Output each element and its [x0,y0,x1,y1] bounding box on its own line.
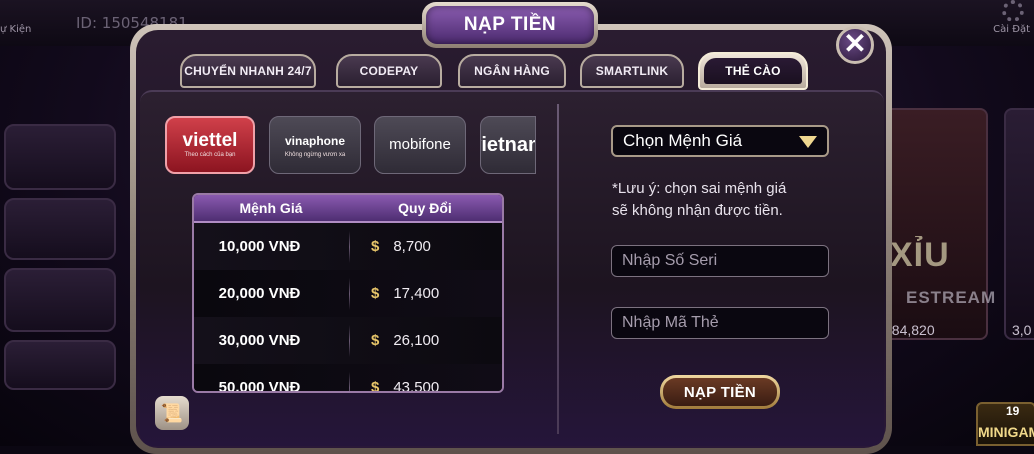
note-line-1: *Lưu ý: chọn sai mệnh giá [612,180,787,197]
denomination-select[interactable]: Chọn Mệnh Giá [611,125,829,157]
carrier-name: viettel [182,130,238,151]
modal-title: NẠP TIỀN [426,6,594,44]
table-header: Mệnh Giá Quy Đổi [194,195,502,223]
select-label: Chọn Mệnh Giá [623,131,743,150]
table-row: 50,000 VNĐ $43,500 [194,364,502,393]
history-button[interactable]: 📜 [155,396,189,430]
serial-input[interactable] [611,245,829,277]
tab-ngan-hang[interactable]: NGÂN HÀNG [458,54,566,88]
value-cell: $43,500 [325,364,502,393]
tab-label: NGÂN HÀNG [474,64,550,78]
tab-label: CHUYỂN NHANH 24/7 [184,64,312,78]
tab-label: THẺ CÀO [704,58,802,84]
game-tile[interactable] [4,124,116,190]
carrier-slogan: Không ngừng vươn xa [284,152,346,158]
table-body: 10,000 VNĐ $8,700 20,000 VNĐ $17,400 30,… [194,223,502,393]
value-cell: $8,700 [325,223,502,270]
table-row: 30,000 VNĐ $26,100 [194,317,502,364]
dollar-icon: $ [371,332,380,349]
header-menh-gia: Mệnh Giá [239,200,303,216]
card-code-input[interactable] [611,307,829,339]
dollar-icon: $ [371,379,380,393]
denomination-cell: 20,000 VNĐ [218,285,301,302]
note-line-2: sẽ không nhận được tiền. [612,202,783,219]
denomination-cell: 10,000 VNĐ [218,238,301,255]
carrier-name: vietnam [481,134,535,156]
minigame-label: MINIGAM [978,424,1034,440]
tab-codepay[interactable]: CODEPAY [336,54,442,88]
value-text: 17,400 [393,285,440,302]
carrier-vinaphone[interactable]: vinaphone Không ngừng vươn xa [269,116,361,174]
content-divider [557,104,559,434]
value-cell: $17,400 [325,270,502,317]
carrier-mobifone[interactable]: mobifone [374,116,466,174]
warning-note: *Lưu ý: chọn sai mệnh giá sẽ không nhận … [612,178,832,222]
caret-down-icon [799,136,817,148]
column-separator [349,325,350,357]
carrier-viettel[interactable]: viettel Theo cách của bạn [165,116,255,174]
tab-label: SMARTLINK [595,64,669,78]
card-subtitle: ESTREAM [906,288,997,307]
scroll-icon: 📜 [160,402,184,423]
gear-icon[interactable] [1002,0,1024,22]
card-amount-2: 3,0 [1012,322,1032,338]
value-text: 8,700 [393,238,431,255]
denomination-cell: 50,000 VNĐ [218,379,301,393]
carrier-name: vinaphone [284,134,345,148]
tab-chuyen-nhanh[interactable]: CHUYỂN NHANH 24/7 [180,54,316,88]
game-tile[interactable] [4,198,116,260]
tab-smartlink[interactable]: SMARTLINK [580,54,684,88]
close-button[interactable]: ✕ [836,26,874,64]
tab-the-cao[interactable]: THẺ CÀO [698,52,808,90]
modal-title-plate: NẠP TIỀN [422,2,598,48]
column-separator [349,231,350,263]
minigame-count: 19 [1006,404,1020,418]
dollar-icon: $ [371,285,380,302]
column-separator [349,372,350,391]
carrier-slogan: Theo cách của bạn [184,152,236,158]
submit-label: NẠP TIỀN [663,378,777,406]
value-text: 43,500 [393,379,440,393]
game-card[interactable] [1004,108,1034,340]
tab-label: CODEPAY [359,64,419,78]
event-label[interactable]: ự Kiện [0,24,31,35]
value-text: 26,100 [393,332,440,349]
card-title: XỈU [890,236,950,274]
submit-deposit-button[interactable]: NẠP TIỀN [660,375,780,409]
denomination-cell: 30,000 VNĐ [218,332,301,349]
table-row: 10,000 VNĐ $8,700 [194,223,502,270]
settings-label[interactable]: Cài Đặt [993,24,1030,35]
game-tile[interactable] [4,268,116,332]
dollar-icon: $ [371,238,380,255]
carrier-vietnamobile[interactable]: vietnam [480,116,536,174]
rate-table: Mệnh Giá Quy Đổi 10,000 VNĐ $8,700 20,00… [192,193,504,393]
column-separator [349,278,350,310]
close-icon: ✕ [843,28,867,59]
value-cell: $26,100 [325,317,502,364]
game-tile[interactable] [4,340,116,390]
carrier-name: mobifone [389,136,451,153]
header-quy-doi: Quy Đổi [398,200,452,216]
table-row: 20,000 VNĐ $17,400 [194,270,502,317]
